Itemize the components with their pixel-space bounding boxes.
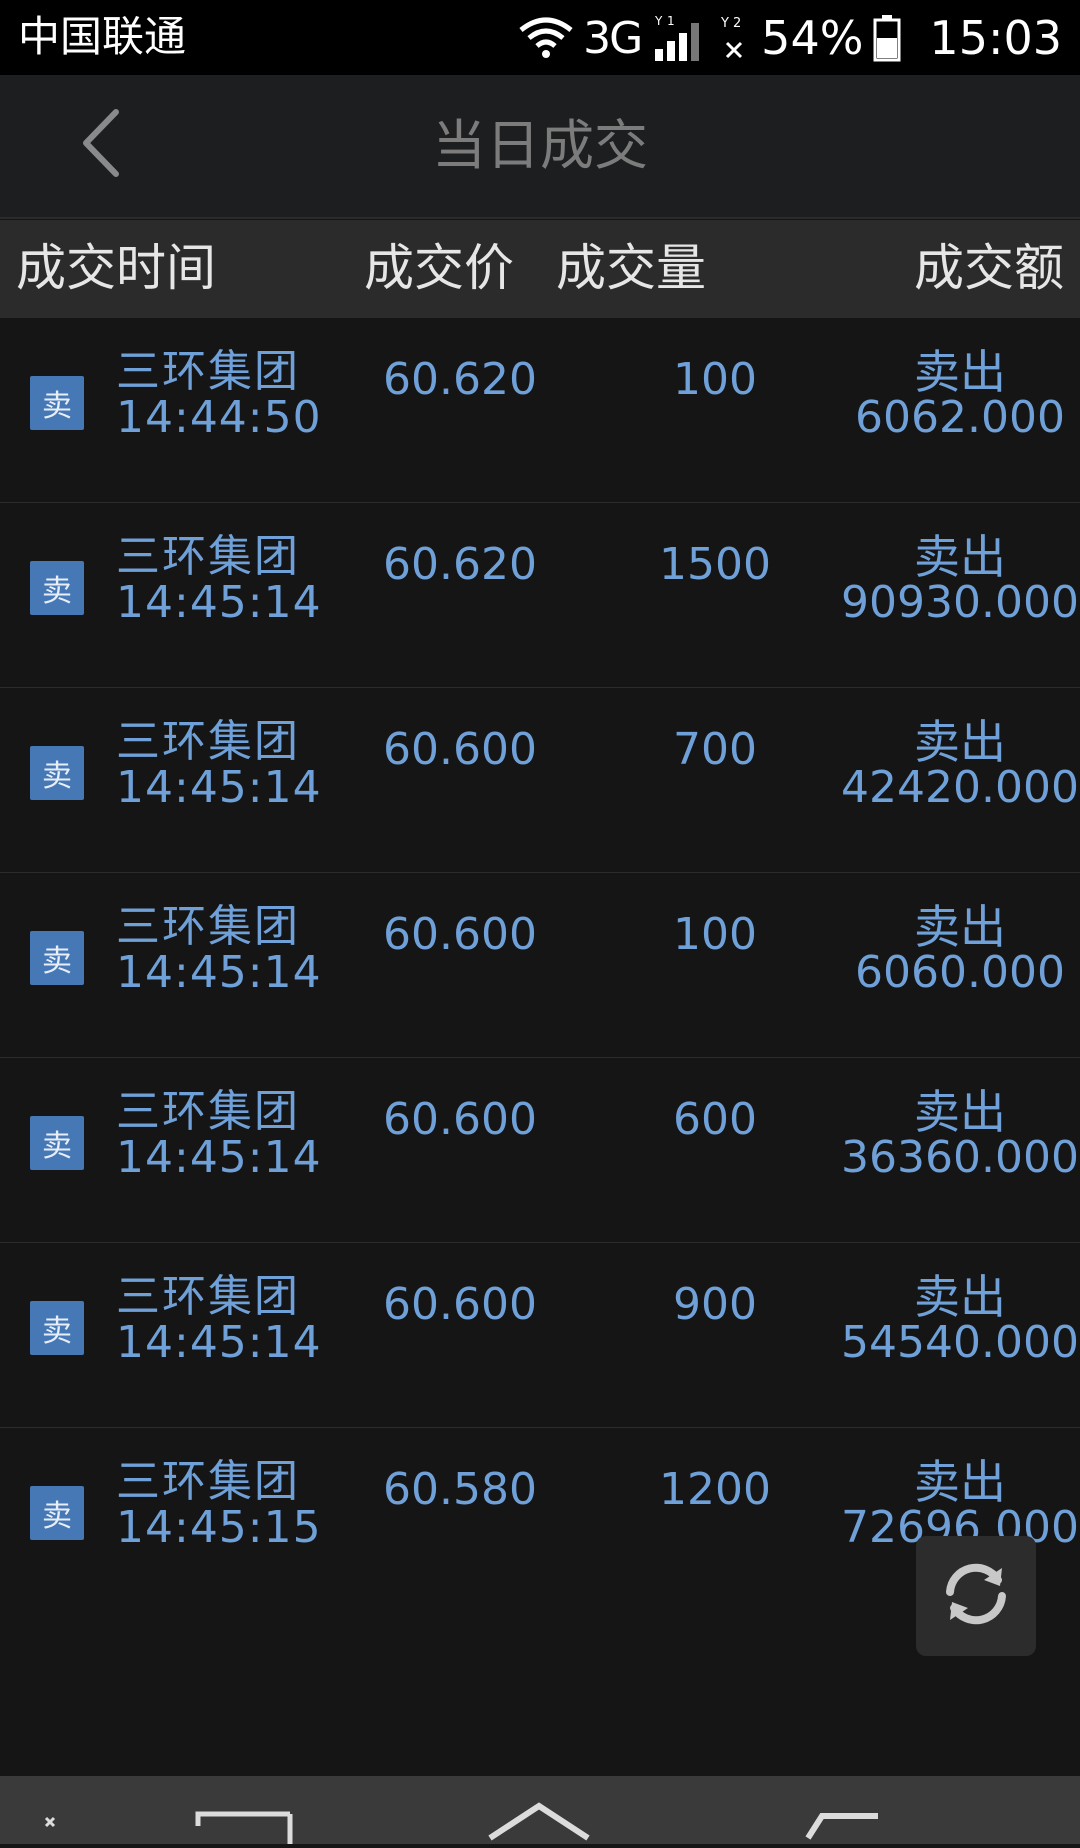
sell-badge: 卖 xyxy=(30,1301,84,1355)
refresh-button[interactable] xyxy=(916,1536,1036,1656)
table-row[interactable]: 卖 三环集团 14:45:14 60.600 100 卖出 6060.000 xyxy=(0,873,1080,1058)
trade-amount: 90930.000 xyxy=(841,577,1079,628)
trade-time: 14:44:50 xyxy=(116,392,322,443)
wifi-icon xyxy=(519,16,573,60)
trade-price: 60.600 xyxy=(383,1094,537,1145)
trade-price: 60.600 xyxy=(383,909,537,960)
carrier-name: 中国联通 xyxy=(18,12,187,61)
page-title: 当日成交 xyxy=(432,114,648,177)
stock-name: 三环集团 xyxy=(116,1271,300,1322)
battery-icon xyxy=(873,14,901,62)
sell-badge: 卖 xyxy=(30,376,84,430)
trade-volume: 100 xyxy=(673,909,757,960)
trade-direction: 卖出 xyxy=(914,715,1006,769)
trade-direction: 卖出 xyxy=(914,1085,1006,1139)
stock-name: 三环集团 xyxy=(116,901,300,952)
trade-volume: 1200 xyxy=(659,1464,771,1515)
trade-time: 14:45:14 xyxy=(116,1132,322,1183)
sim2-label: 2 xyxy=(733,16,741,31)
trade-price: 60.580 xyxy=(383,1464,537,1515)
menu-icon[interactable] xyxy=(40,1816,80,1848)
trade-amount: 42420.000 xyxy=(841,762,1079,813)
trade-time: 14:45:15 xyxy=(116,1502,322,1553)
stock-name: 三环集团 xyxy=(116,1086,300,1137)
recent-apps-icon[interactable] xyxy=(190,1806,300,1848)
trade-time: 14:45:14 xyxy=(116,577,322,628)
table-header: 成交时间 成交价 成交量 成交额 xyxy=(0,220,1080,318)
battery-percent: 54% xyxy=(761,11,864,65)
system-nav-bar xyxy=(0,1776,1080,1844)
column-header-volume[interactable]: 成交量 xyxy=(556,238,706,298)
trade-time: 14:45:14 xyxy=(116,1317,322,1368)
trade-price: 60.620 xyxy=(383,539,537,590)
table-row[interactable]: 卖 三环集团 14:45:14 60.600 600 卖出 36360.000 xyxy=(0,1058,1080,1243)
trade-direction: 卖出 xyxy=(914,900,1006,954)
sell-badge: 卖 xyxy=(30,1486,84,1540)
clock: 15:03 xyxy=(929,11,1062,65)
svg-text:Y: Y xyxy=(720,16,729,31)
trade-amount: 54540.000 xyxy=(841,1317,1079,1368)
column-header-amount[interactable]: 成交额 xyxy=(914,238,1064,298)
refresh-icon xyxy=(936,1554,1016,1638)
trade-price: 60.620 xyxy=(383,354,537,405)
trade-time: 14:45:14 xyxy=(116,762,322,813)
signal-icon: Y 1 xyxy=(651,13,709,63)
trade-direction: 卖出 xyxy=(914,1270,1006,1324)
network-type: 3G xyxy=(583,12,643,64)
table-row[interactable]: 卖 三环集团 14:45:14 60.600 900 卖出 54540.000 xyxy=(0,1243,1080,1428)
trade-list: 卖 三环集团 14:44:50 60.620 100 卖出 6062.000 卖… xyxy=(0,318,1080,1612)
trade-volume: 1500 xyxy=(659,539,771,590)
status-bar: 中国联通 3G Y 1 Y 2 54% 15:03 xyxy=(0,0,1080,75)
trade-time: 14:45:14 xyxy=(116,947,322,998)
trade-amount: 6060.000 xyxy=(855,947,1065,998)
table-row[interactable]: 卖 三环集团 14:45:14 60.600 700 卖出 42420.000 xyxy=(0,688,1080,873)
trade-amount: 36360.000 xyxy=(841,1132,1079,1183)
trade-direction: 卖出 xyxy=(914,530,1006,584)
trade-volume: 600 xyxy=(673,1094,757,1145)
svg-text:Y: Y xyxy=(654,14,663,28)
trade-volume: 700 xyxy=(673,724,757,775)
sell-badge: 卖 xyxy=(30,931,84,985)
trade-volume: 100 xyxy=(673,354,757,405)
column-header-time[interactable]: 成交时间 xyxy=(16,238,216,298)
table-row[interactable]: 卖 三环集团 14:44:50 60.620 100 卖出 6062.000 xyxy=(0,318,1080,503)
sim1-label: 1 xyxy=(667,14,675,28)
stock-name: 三环集团 xyxy=(116,1456,300,1507)
stock-name: 三环集团 xyxy=(116,716,300,767)
column-header-price[interactable]: 成交价 xyxy=(364,238,514,298)
sell-badge: 卖 xyxy=(30,1116,84,1170)
home-icon[interactable] xyxy=(484,1798,594,1848)
no-signal-icon: Y 2 xyxy=(719,13,751,63)
status-indicators: 3G Y 1 Y 2 54% 15:03 xyxy=(519,8,1062,68)
trade-amount: 6062.000 xyxy=(855,392,1065,443)
table-row[interactable]: 卖 三环集团 14:45:14 60.620 1500 卖出 90930.000 xyxy=(0,503,1080,688)
sell-badge: 卖 xyxy=(30,561,84,615)
trade-volume: 900 xyxy=(673,1279,757,1330)
sell-badge: 卖 xyxy=(30,746,84,800)
trade-price: 60.600 xyxy=(383,1279,537,1330)
back-icon[interactable] xyxy=(788,1798,888,1848)
stock-name: 三环集团 xyxy=(116,531,300,582)
trade-direction: 卖出 xyxy=(914,1455,1006,1509)
trade-price: 60.600 xyxy=(383,724,537,775)
app-header: 当日成交 xyxy=(0,75,1080,219)
stock-name: 三环集团 xyxy=(116,346,300,397)
trade-direction: 卖出 xyxy=(914,345,1006,399)
